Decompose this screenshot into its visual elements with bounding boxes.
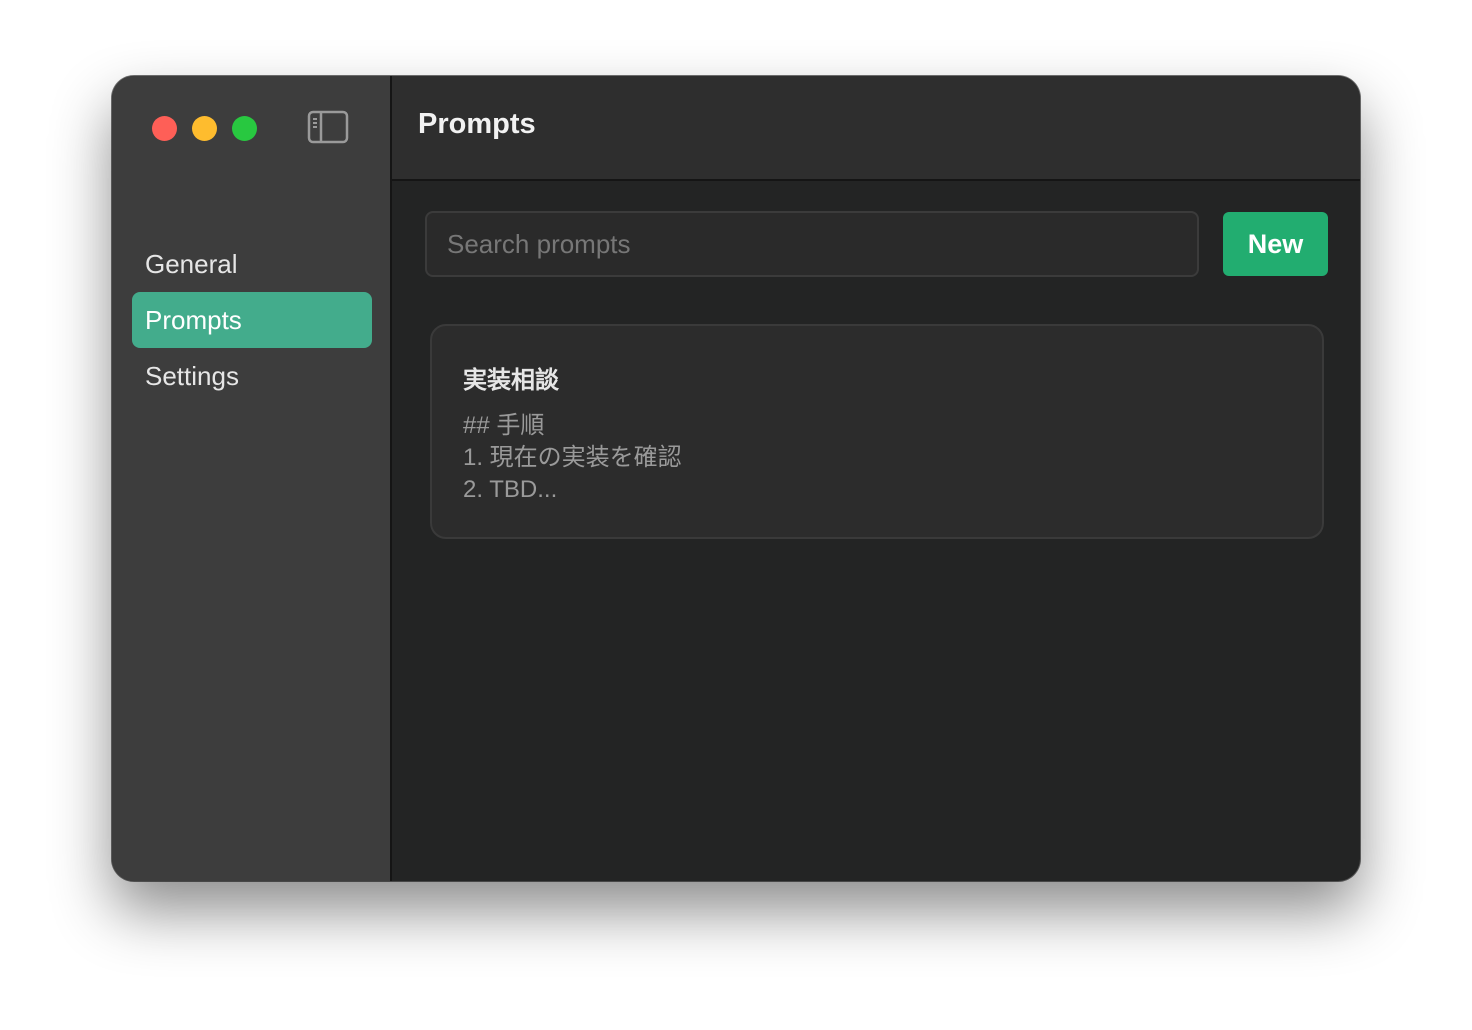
sidebar-item-general[interactable]: General <box>132 236 372 292</box>
sidebar-left-icon[interactable] <box>307 110 349 144</box>
close-button[interactable] <box>152 116 177 141</box>
main-content: Prompts New 実装相談 ## 手順 1. 現在の実装を確認 2. TB… <box>392 76 1360 881</box>
sidebar: General Prompts Settings <box>112 76 392 881</box>
prompt-preview-line: 2. TBD... <box>463 476 558 503</box>
sidebar-nav: General Prompts Settings <box>132 236 372 404</box>
prompt-preview-line: ## 手順 <box>463 412 545 439</box>
zoom-button[interactable] <box>232 116 257 141</box>
sidebar-item-settings[interactable]: Settings <box>132 348 372 404</box>
search-input[interactable] <box>425 211 1199 277</box>
prompt-preview-line: 1. 現在の実装を確認 <box>463 444 682 471</box>
prompt-card-preview: ## 手順 1. 現在の実装を確認 2. TBD... <box>463 410 682 506</box>
app-window: General Prompts Settings Prompts New 実装相… <box>112 76 1360 881</box>
sidebar-item-prompts[interactable]: Prompts <box>132 292 372 348</box>
prompt-card-title: 実装相談 <box>463 367 559 394</box>
header: Prompts <box>392 76 1360 181</box>
minimize-button[interactable] <box>192 116 217 141</box>
new-prompt-button[interactable]: New <box>1223 212 1328 276</box>
page-title: Prompts <box>418 108 536 140</box>
prompt-card[interactable]: 実装相談 ## 手順 1. 現在の実装を確認 2. TBD... <box>430 324 1324 539</box>
